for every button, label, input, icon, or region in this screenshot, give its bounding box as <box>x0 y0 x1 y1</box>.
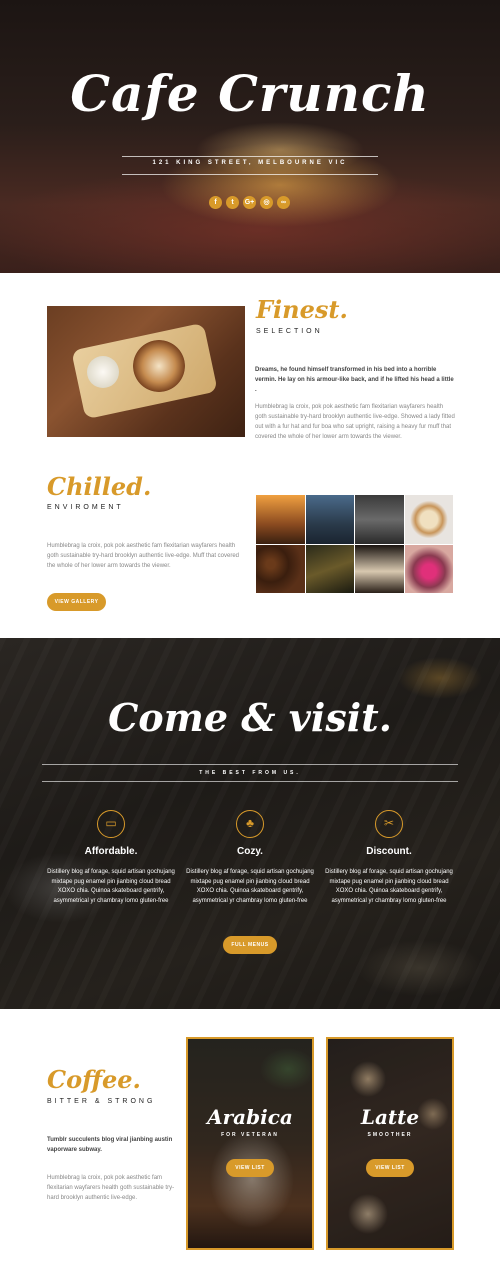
tripadvisor-icon[interactable]: ∞ <box>277 196 290 209</box>
gallery-image[interactable] <box>256 495 305 544</box>
feature-title: Discount. <box>366 846 412 857</box>
feature-discount: ✂ Discount. Distillery blog af forage, s… <box>324 810 454 906</box>
feature-affordable: ▭ Affordable. Distillery blog af forage,… <box>46 810 176 906</box>
visit-subheading: THE BEST FROM US. <box>199 770 301 776</box>
glass-shape <box>87 356 119 388</box>
feature-title: Affordable. <box>84 846 138 857</box>
gallery-grid <box>256 495 453 593</box>
divider <box>42 764 458 765</box>
view-list-button[interactable]: VIEW LIST <box>226 1159 274 1177</box>
card-arabica: Arabica FOR VETERAN VIEW LIST <box>186 1037 314 1250</box>
feature-text: Distillery blog af forage, squid artisan… <box>47 869 175 904</box>
card-overlay <box>328 1039 452 1248</box>
site-title: Cafe Crunch <box>70 64 430 123</box>
gallery-image[interactable] <box>305 495 354 544</box>
gallery-image[interactable] <box>256 544 305 593</box>
finest-heading: Finest. <box>256 295 348 324</box>
gallery-image[interactable] <box>355 495 404 544</box>
chilled-heading: Chilled. <box>47 472 152 501</box>
feature-cozy: ♣ Cozy. Distillery blog af forage, squid… <box>185 810 315 906</box>
ticket-icon: ▭ <box>97 810 125 838</box>
intro-section: Finest. SELECTION Dreams, he found himse… <box>0 273 500 638</box>
coffee-lead: Tumblr succulents blog viral jianbing au… <box>47 1137 173 1153</box>
coffee-body: Humblebrag la croix, pok pok aesthetic f… <box>47 1175 175 1201</box>
address-text: 121 KING STREET, MELBOURNE VIC <box>152 160 348 166</box>
card-subtitle: SMOOTHER <box>367 1132 413 1138</box>
card-title: Latte <box>360 1105 420 1129</box>
feature-text: Distillery blog af forage, squid artisan… <box>186 869 314 904</box>
feature-title: Cozy. <box>237 846 263 857</box>
card-subtitle: FOR VETERAN <box>221 1132 279 1138</box>
hero-section: Cafe Crunch 121 KING STREET, MELBOURNE V… <box>0 0 500 273</box>
gallery-image[interactable] <box>404 544 453 593</box>
card-title: Arabica <box>207 1105 293 1129</box>
coffee-subheading: BITTER & STRONG <box>47 1098 156 1105</box>
finest-subheading: SELECTION <box>256 328 323 335</box>
instagram-icon[interactable]: ◎ <box>260 196 273 209</box>
divider <box>42 781 458 782</box>
latte-photo <box>47 306 245 437</box>
feature-text: Distillery blog af forage, squid artisan… <box>325 869 453 904</box>
divider <box>122 156 378 157</box>
finest-body: Humblebrag la croix, pok pok aesthetic f… <box>255 404 455 440</box>
chilled-subheading: ENVIROMENT <box>47 504 124 511</box>
visit-section: Come & visit. THE BEST FROM US. ▭ Afford… <box>0 638 500 1009</box>
tree-icon: ♣ <box>236 810 264 838</box>
finest-lead: Dreams, he found himself transformed in … <box>255 367 454 393</box>
full-menus-button[interactable]: FULL MENUS <box>223 936 277 954</box>
coffee-section: Coffee. BITTER & STRONG Tumblr succulent… <box>0 1009 500 1277</box>
gallery-image[interactable] <box>355 544 404 593</box>
card-overlay <box>188 1039 312 1248</box>
latte-cup-shape <box>133 340 185 392</box>
social-links: f t G+ ◎ ∞ <box>209 196 290 209</box>
facebook-icon[interactable]: f <box>209 196 222 209</box>
view-gallery-button[interactable]: VIEW GALLERY <box>47 593 106 611</box>
gallery-image[interactable] <box>305 544 354 593</box>
chilled-body: Humblebrag la croix, pok pok aesthetic f… <box>47 543 239 569</box>
coffee-heading: Coffee. <box>47 1065 141 1094</box>
google-plus-icon[interactable]: G+ <box>243 196 256 209</box>
card-latte: Latte SMOOTHER VIEW LIST <box>326 1037 454 1250</box>
divider <box>122 174 378 175</box>
view-list-button[interactable]: VIEW LIST <box>366 1159 414 1177</box>
twitter-icon[interactable]: t <box>226 196 239 209</box>
gallery-image[interactable] <box>404 495 453 544</box>
scissors-icon: ✂ <box>375 810 403 838</box>
visit-heading: Come & visit. <box>108 695 392 740</box>
